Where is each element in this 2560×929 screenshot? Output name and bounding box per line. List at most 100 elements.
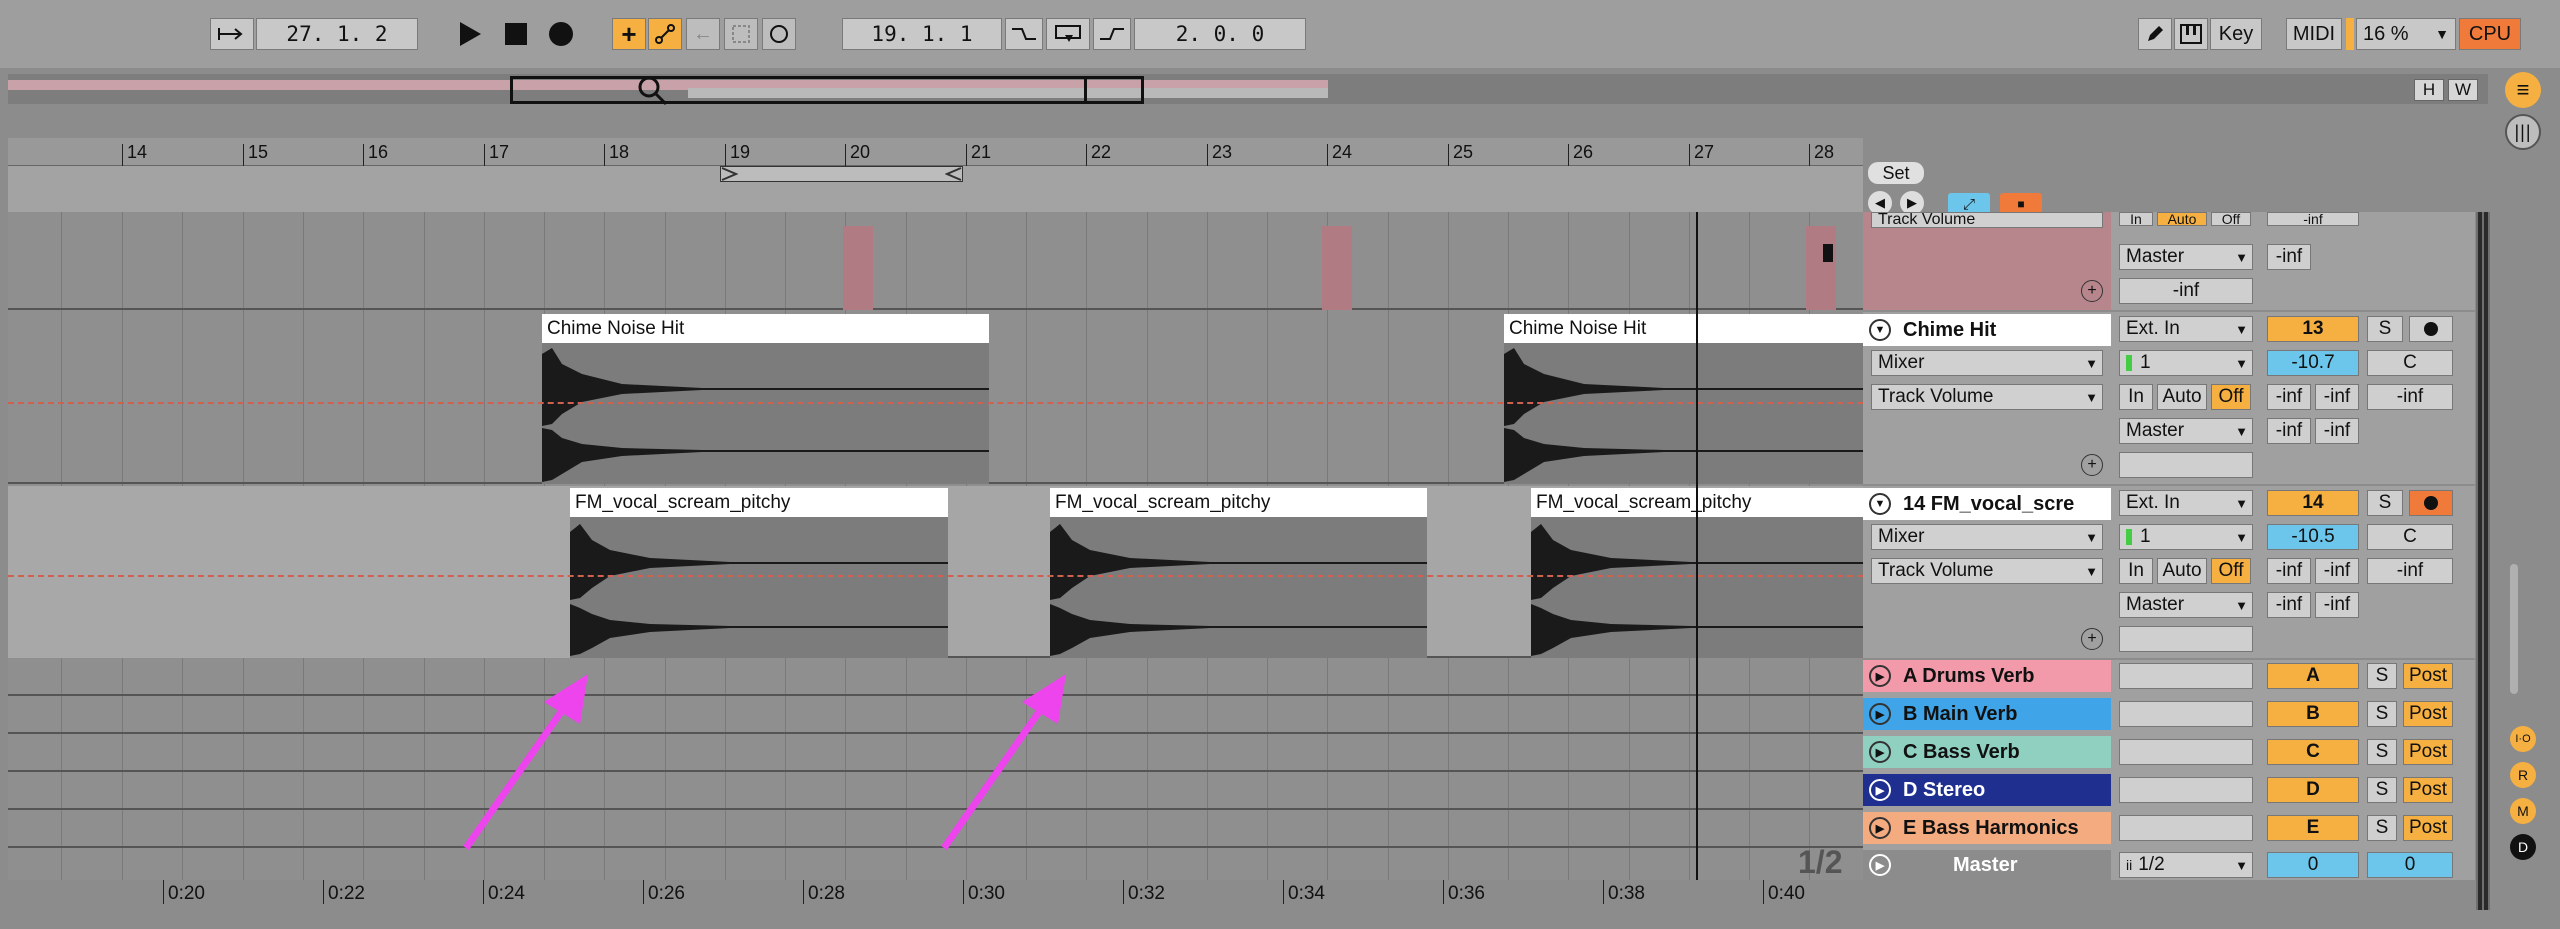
output-type-chooser[interactable]: Master ▼ bbox=[2119, 592, 2253, 618]
monitor-auto-button[interactable]: Auto bbox=[2157, 558, 2207, 584]
h-button[interactable]: H bbox=[2414, 79, 2444, 101]
arrangement-overview[interactable]: H W bbox=[8, 74, 2488, 106]
automation-parameter-chooser[interactable]: Track Volume ▼ bbox=[1871, 558, 2103, 584]
midi-clip-small[interactable] bbox=[1806, 226, 1836, 310]
return-solo-button[interactable]: S bbox=[2367, 701, 2397, 727]
monitor-auto-button[interactable]: Auto bbox=[2157, 212, 2207, 226]
capture-button[interactable] bbox=[724, 18, 758, 50]
computer-midi-keyboard-button[interactable] bbox=[2174, 18, 2208, 50]
draw-mode-button[interactable] bbox=[2138, 18, 2172, 50]
play-triangle-icon[interactable]: ▶ bbox=[1869, 854, 1891, 876]
monitor-off-button[interactable]: Off bbox=[2211, 558, 2251, 584]
stop-button[interactable] bbox=[498, 16, 534, 52]
return-post-button[interactable]: Post bbox=[2403, 739, 2453, 765]
fold-icon[interactable]: ▼ bbox=[1869, 319, 1891, 341]
monitor-off-button[interactable]: Off bbox=[2211, 384, 2251, 410]
loop-start-display[interactable]: 19. 1. 1 bbox=[842, 18, 1002, 50]
fold-icon[interactable]: ▼ bbox=[1869, 493, 1891, 515]
play-triangle-icon[interactable]: ▶ bbox=[1869, 703, 1891, 725]
audio-clip[interactable]: FM_vocal_scream_pitchy bbox=[1050, 488, 1427, 658]
send-c-display[interactable]: -inf bbox=[2367, 384, 2453, 410]
return-track-title[interactable]: ▶ B Main Verb bbox=[1863, 698, 2111, 730]
monitor-auto-button[interactable]: Auto bbox=[2157, 384, 2207, 410]
return-solo-button[interactable]: S bbox=[2367, 663, 2397, 689]
loop-brace[interactable] bbox=[720, 166, 963, 182]
automation-parameter-chooser[interactable]: Track Volume ▼ bbox=[1871, 384, 2103, 410]
master-track-title[interactable]: ▶ Master bbox=[1863, 850, 2111, 880]
input-channel-chooser[interactable]: 1 ▼ bbox=[2119, 524, 2253, 550]
return-input-chooser[interactable] bbox=[2119, 701, 2253, 727]
return-input-chooser[interactable] bbox=[2119, 663, 2253, 689]
io-toggle-button[interactable]: I·O bbox=[2510, 726, 2536, 752]
audio-clip[interactable]: FM_vocal_scream_pitchy bbox=[570, 488, 948, 658]
arrangement-position-display[interactable]: 27. 1. 2 bbox=[256, 18, 418, 50]
key-map-button[interactable]: Key bbox=[2210, 18, 2262, 50]
solo-button[interactable]: S bbox=[2367, 316, 2403, 342]
return-solo-button[interactable]: S bbox=[2367, 777, 2397, 803]
play-triangle-icon[interactable]: ▶ bbox=[1869, 817, 1891, 839]
monitor-in-button[interactable]: In bbox=[2119, 384, 2153, 410]
return-post-button[interactable]: Post bbox=[2403, 777, 2453, 803]
automation-device-chooser[interactable]: Mixer ▼ bbox=[1871, 350, 2103, 376]
volume-automation-line[interactable] bbox=[8, 402, 1863, 404]
loop-bar[interactable] bbox=[8, 166, 1863, 212]
output-type-chooser[interactable]: Master ▼ bbox=[2119, 244, 2253, 270]
pan-display[interactable]: C bbox=[2367, 524, 2453, 550]
automation-arm-button[interactable] bbox=[648, 18, 682, 50]
arm-button[interactable] bbox=[2409, 316, 2453, 342]
output-channel-chooser[interactable] bbox=[2119, 452, 2253, 478]
punch-in-button[interactable] bbox=[1005, 18, 1043, 50]
automation-parameter-chooser[interactable]: Track Volume bbox=[1871, 212, 2103, 228]
loop-switch-button[interactable] bbox=[1046, 18, 1090, 50]
return-activator-button[interactable]: E bbox=[2267, 815, 2359, 841]
return-post-button[interactable]: Post bbox=[2403, 815, 2453, 841]
sends-level-display[interactable]: -inf bbox=[2267, 244, 2311, 270]
audio-clip[interactable]: Chime Noise Hit bbox=[1504, 314, 1863, 484]
solo-button[interactable]: S bbox=[2367, 490, 2403, 516]
return-track-title[interactable]: ▶ E Bass Harmonics bbox=[1863, 812, 2111, 844]
play-triangle-icon[interactable]: ▶ bbox=[1869, 779, 1891, 801]
cue-output-chooser[interactable]: ii 1/2 ▼ bbox=[2119, 852, 2253, 878]
volume-automation-line[interactable] bbox=[8, 575, 1863, 577]
monitor-in-button[interactable]: In bbox=[2119, 558, 2153, 584]
add-lane-button[interactable]: + bbox=[2081, 280, 2103, 302]
loop-length-display[interactable]: 2. 0. 0 bbox=[1134, 18, 1306, 50]
return-input-chooser[interactable] bbox=[2119, 815, 2253, 841]
beat-time-ruler[interactable]: 14 15 16 17 18 19 20 21 22 23 24 25 26 2… bbox=[8, 138, 1863, 166]
overview-viewport[interactable] bbox=[510, 76, 1144, 104]
send-e-display[interactable]: -inf bbox=[2315, 418, 2359, 444]
mixer-toggle-button[interactable]: ||| bbox=[2505, 114, 2541, 150]
return-post-button[interactable]: Post bbox=[2403, 663, 2453, 689]
automation-device-chooser[interactable]: Mixer ▼ bbox=[1871, 524, 2103, 550]
return-activator-button[interactable]: D bbox=[2267, 777, 2359, 803]
track-lane-chime-hit[interactable]: Chime Noise Hit Chime Noise Hit bbox=[8, 312, 1863, 484]
return-input-chooser[interactable] bbox=[2119, 777, 2253, 803]
output-type-chooser[interactable]: Master ▼ bbox=[2119, 418, 2253, 444]
punch-out-button[interactable] bbox=[1093, 18, 1131, 50]
track-lane-fm-vocal[interactable]: FM_vocal_scream_pitchy FM_vocal_scream_p… bbox=[8, 486, 1863, 658]
time-ruler[interactable]: 0:20 0:22 0:24 0:26 0:28 0:30 0:32 0:34 … bbox=[8, 880, 1863, 910]
audio-clip[interactable]: Chime Noise Hit bbox=[542, 314, 989, 484]
peak-level-display[interactable]: -inf bbox=[2267, 212, 2359, 226]
master-cue-volume-display[interactable]: 0 bbox=[2367, 852, 2453, 878]
send-b-display[interactable]: -inf bbox=[2315, 384, 2359, 410]
return-post-button[interactable]: Post bbox=[2403, 701, 2453, 727]
track-title-bar[interactable]: ▼ 14 FM_vocal_scre bbox=[1863, 488, 2111, 520]
overdub-button[interactable]: + bbox=[612, 18, 646, 50]
monitor-in-button[interactable]: In bbox=[2119, 212, 2153, 226]
pan-display[interactable]: C bbox=[2367, 350, 2453, 376]
send-d-display[interactable]: -inf bbox=[2267, 418, 2311, 444]
w-button[interactable]: W bbox=[2448, 79, 2478, 101]
record-button[interactable] bbox=[543, 16, 579, 52]
send-b-display[interactable]: -inf bbox=[2315, 558, 2359, 584]
return-input-chooser[interactable] bbox=[2119, 739, 2253, 765]
send-e-display[interactable]: -inf bbox=[2315, 592, 2359, 618]
play-button[interactable] bbox=[452, 16, 488, 52]
midi-clip-small[interactable] bbox=[1322, 226, 1352, 310]
vertical-scrollbar[interactable] bbox=[2510, 564, 2518, 694]
midi-clip-small[interactable] bbox=[843, 226, 873, 310]
track-title-bar[interactable]: ▼ Chime Hit bbox=[1863, 314, 2111, 346]
add-lane-button[interactable]: + bbox=[2081, 454, 2103, 476]
play-triangle-icon[interactable]: ▶ bbox=[1869, 665, 1891, 687]
return-activator-button[interactable]: A bbox=[2267, 663, 2359, 689]
